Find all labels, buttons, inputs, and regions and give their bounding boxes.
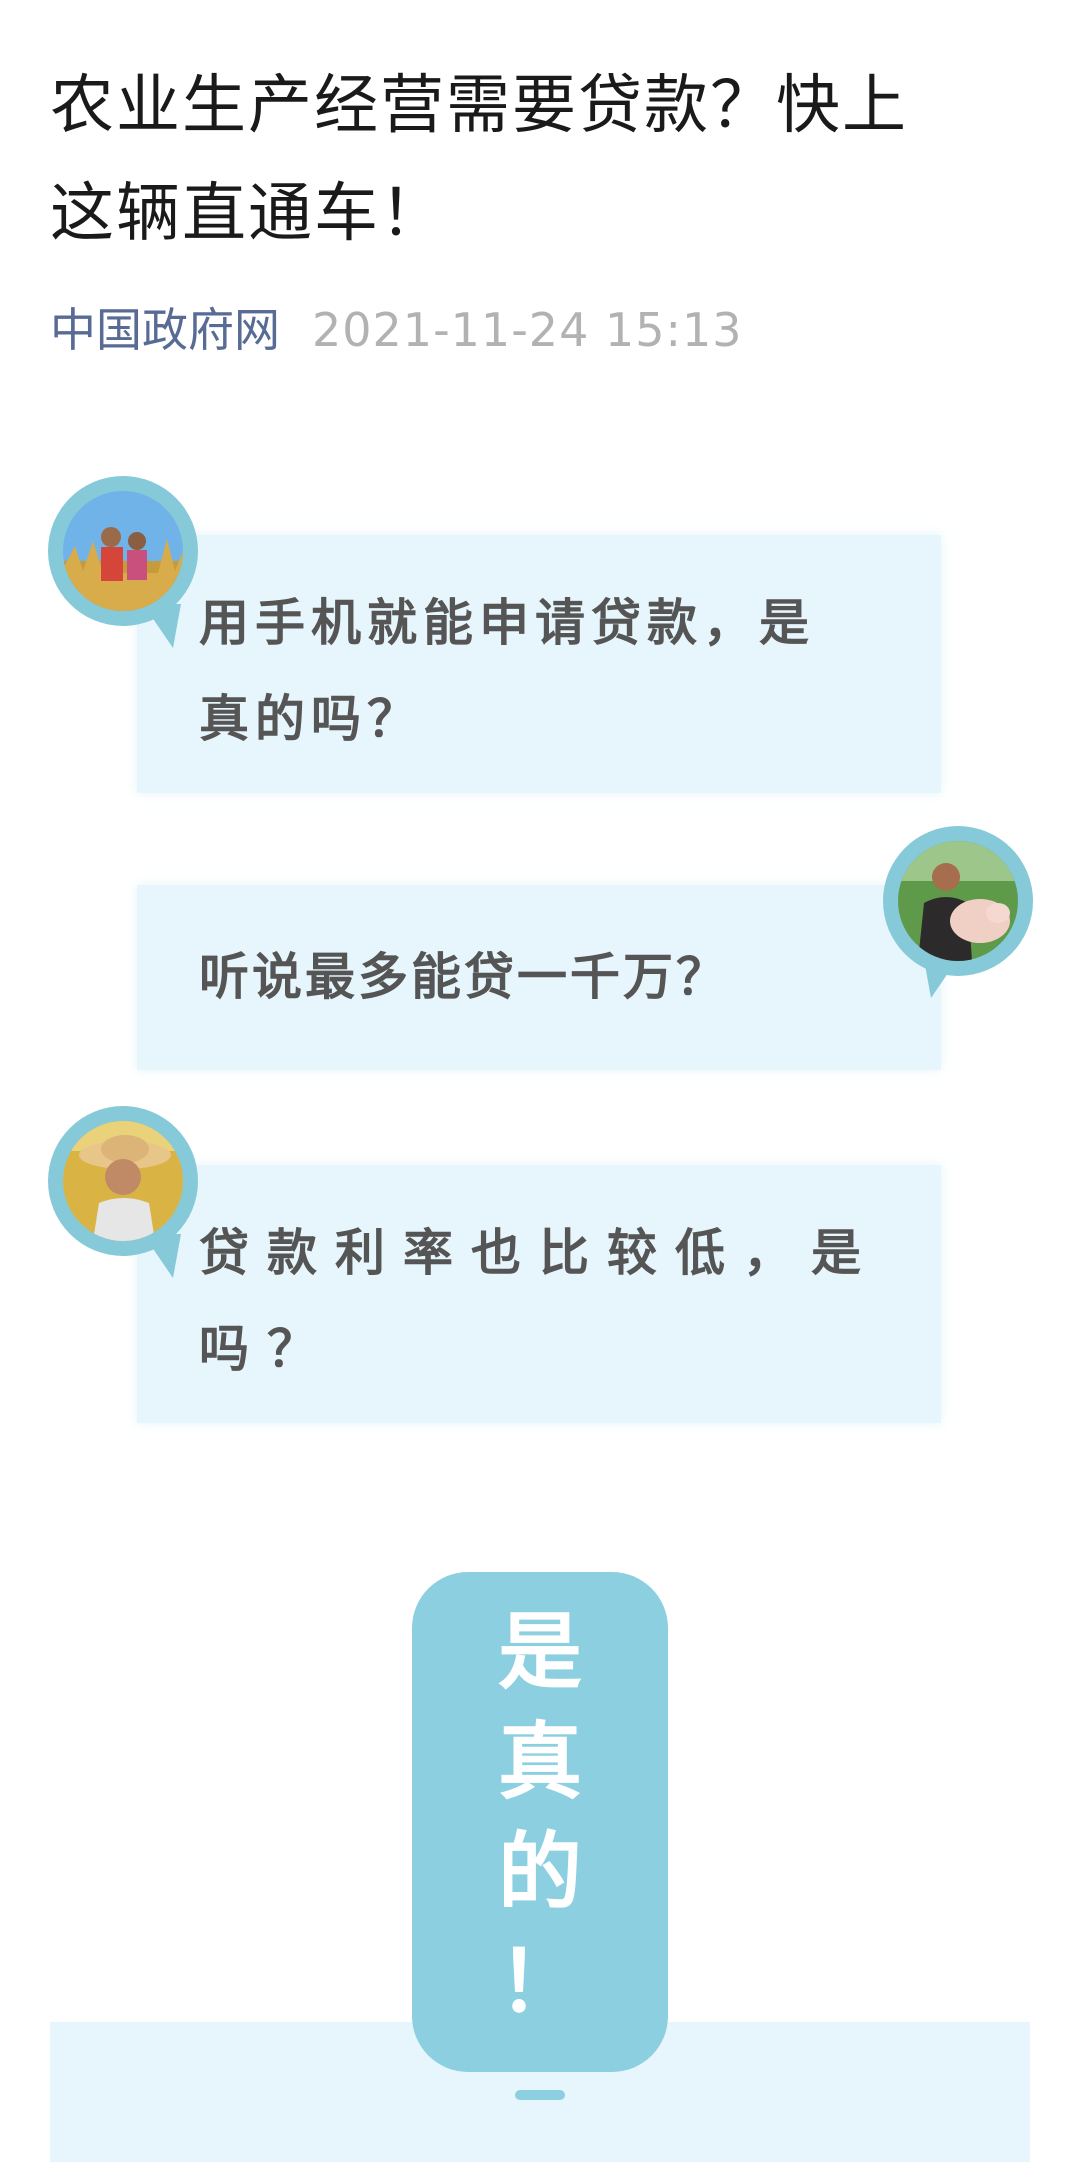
answer-char: 的: [497, 1823, 582, 1921]
chat-line: 吗？: [199, 1320, 335, 1378]
article-title-line: 这辆直通车！: [50, 177, 446, 251]
woman-in-straw-hat-avatar: [48, 1106, 198, 1278]
chat-line: 听说最多能贷一千万？: [199, 948, 729, 1006]
chat-line: 用手机就能申请贷款，是: [199, 594, 815, 652]
answer-char: 真: [497, 1713, 582, 1811]
chat-bubble-text: 贷款利率也比较低，是 吗？: [199, 1205, 879, 1397]
chat-line: 贷款利率也比较低，是: [199, 1224, 879, 1282]
answer-banner: 是 真 的 ！: [412, 1572, 668, 2072]
chat-bubble-text: 用手机就能申请贷款，是 真的吗？: [199, 575, 815, 767]
chat-bubble: 听说最多能贷一千万？: [137, 885, 941, 1070]
farmer-couple-avatar: [48, 476, 198, 648]
article-meta: 中国政府网 2021-11-24 15:13: [50, 300, 743, 360]
chat-bubble-text: 听说最多能贷一千万？: [199, 929, 729, 1025]
decorative-handle: [515, 2090, 565, 2100]
answer-char: 是: [497, 1603, 582, 1701]
answer-char: ！: [497, 1933, 582, 2031]
article-title-line: 农业生产经营需要贷款？快上: [50, 69, 908, 143]
chat-bubble: 用手机就能申请贷款，是 真的吗？: [137, 535, 941, 793]
chat-bubble: 贷款利率也比较低，是 吗？: [137, 1165, 941, 1423]
source-link[interactable]: 中国政府网: [50, 303, 280, 357]
article-title: 农业生产经营需要贷款？快上 这辆直通车！: [50, 52, 1040, 268]
farmer-with-pig-avatar: [883, 826, 1033, 998]
publish-date: 2021-11-24 15:13: [312, 303, 743, 357]
chat-line: 真的吗？: [199, 690, 423, 748]
